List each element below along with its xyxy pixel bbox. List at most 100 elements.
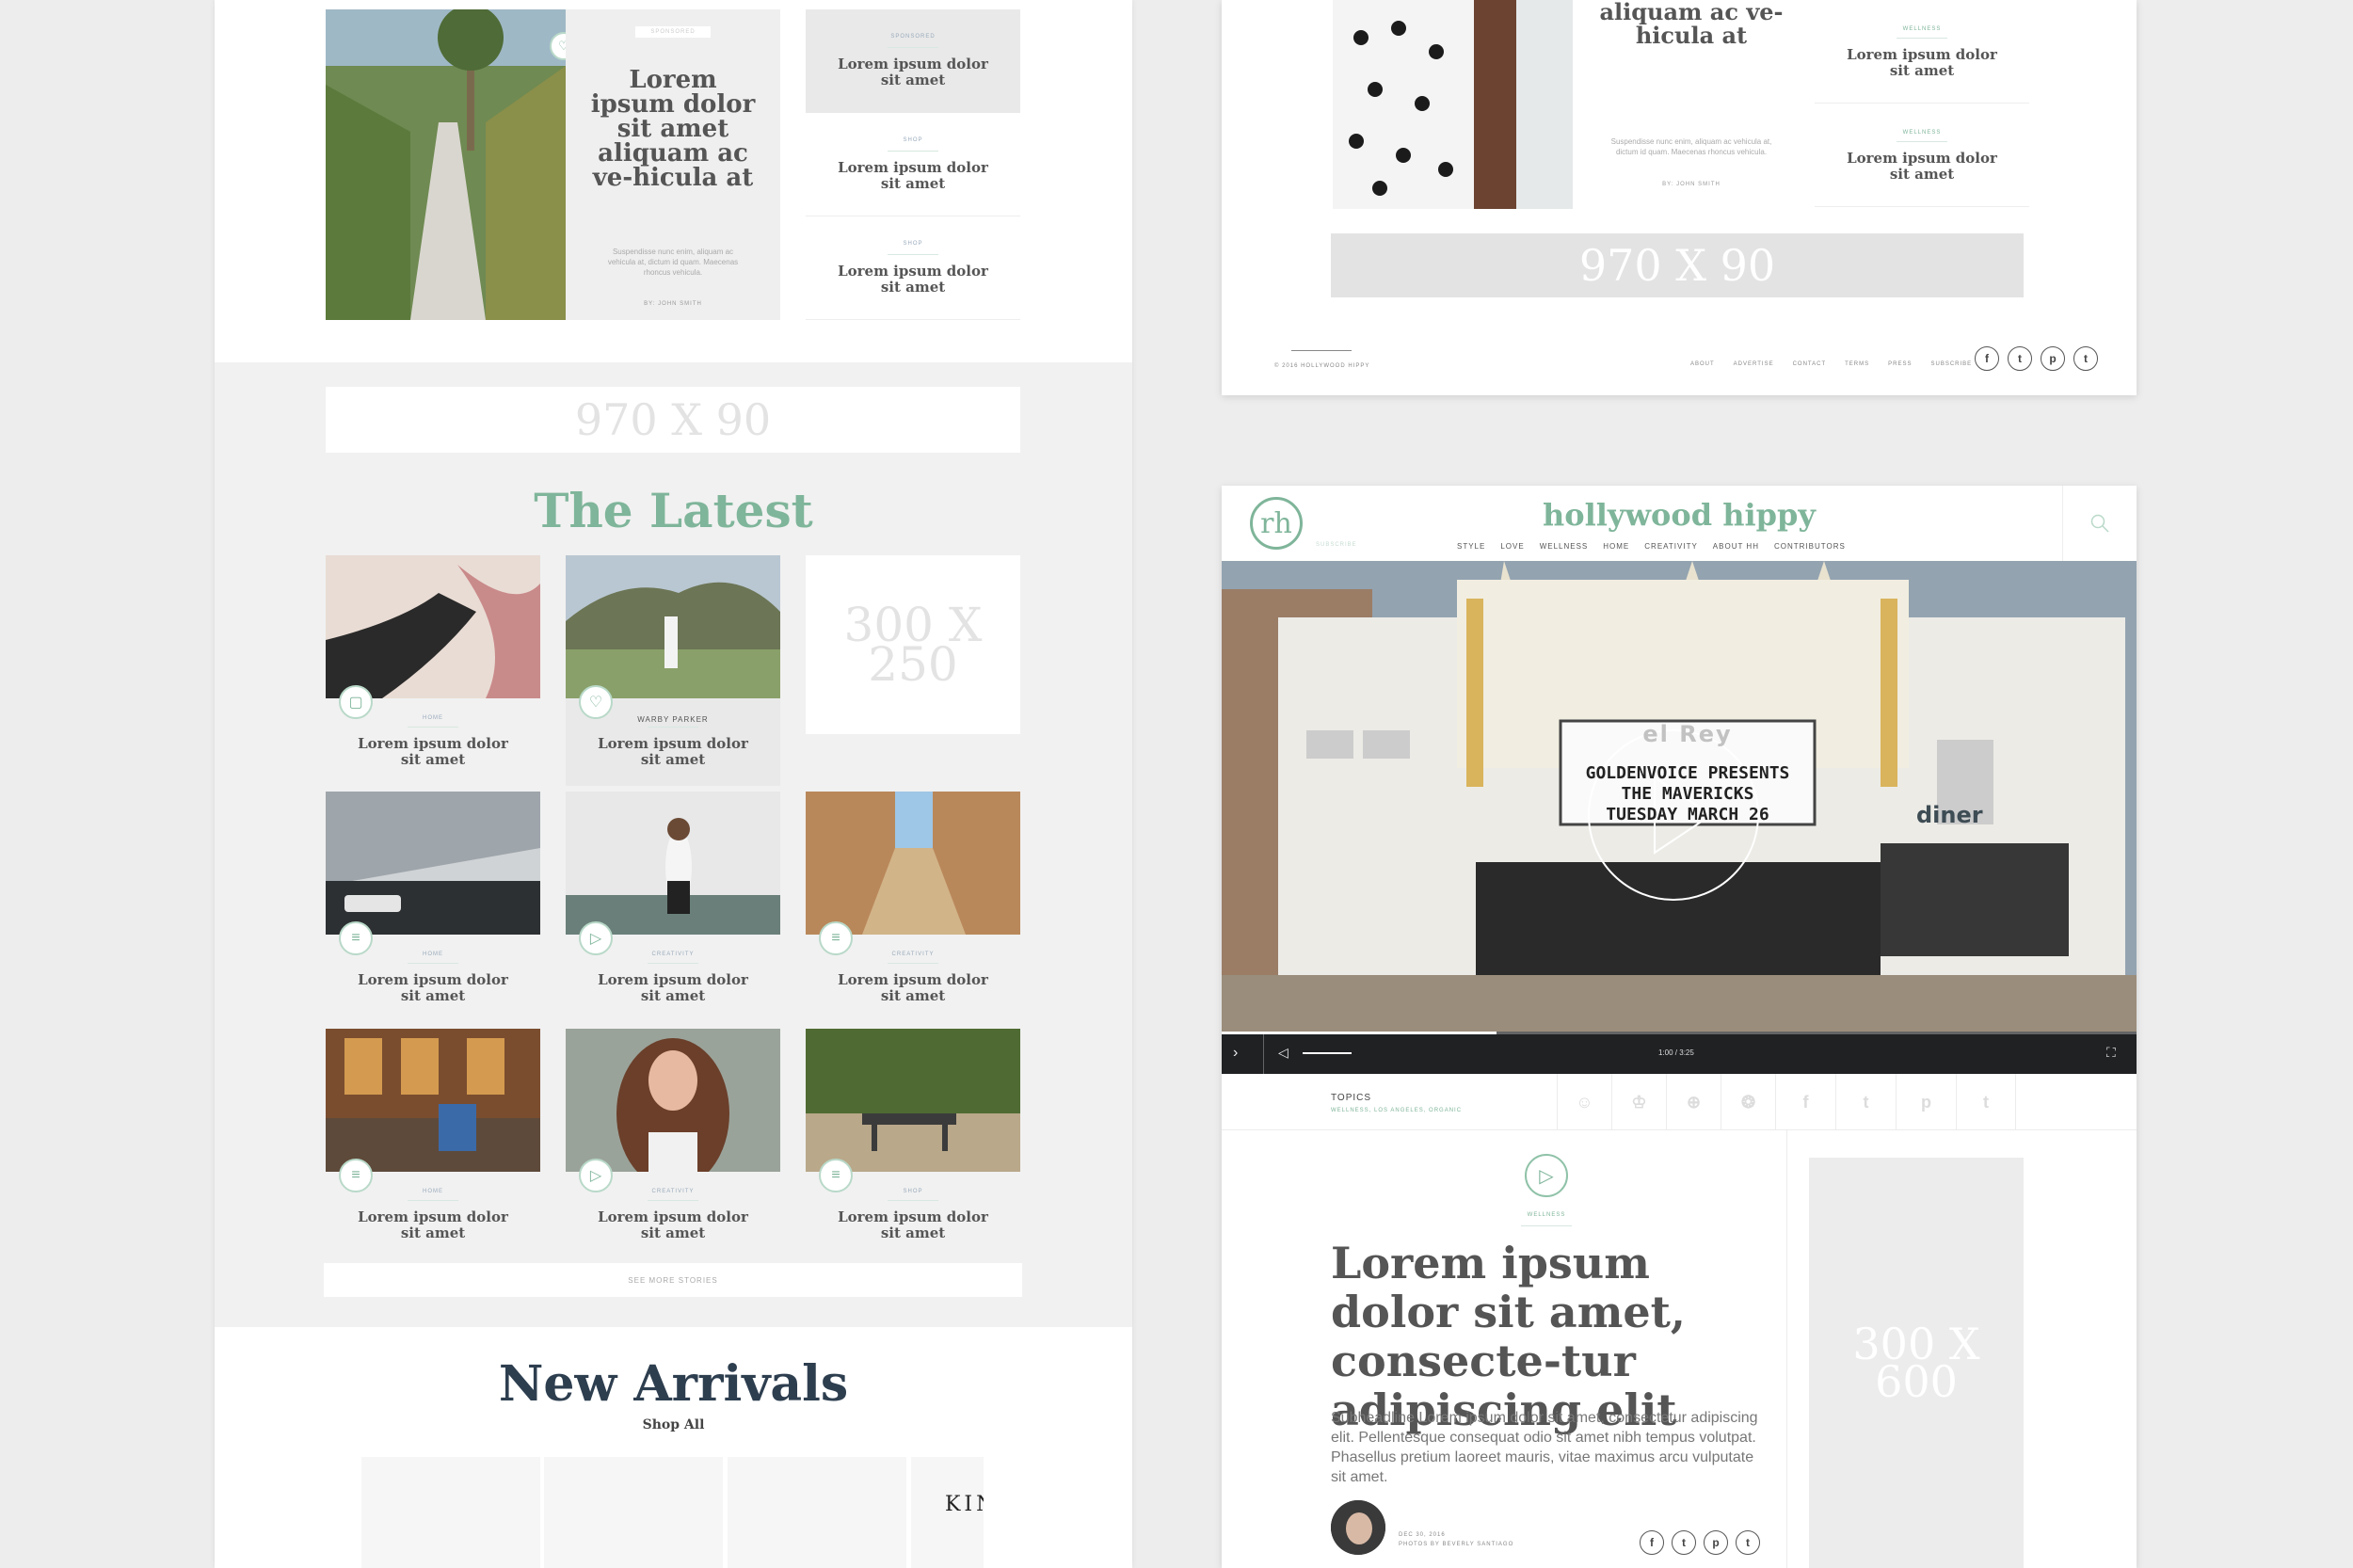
footer-link-subscribe[interactable]: SUBSCRIBE: [1930, 361, 1972, 367]
footer-social: f t p t: [1975, 346, 2098, 371]
story-category: SHOP: [903, 1189, 923, 1194]
story-card[interactable]: ♡ WARBY PARKER Lorem ipsum dolor sit ame…: [566, 555, 780, 786]
hero-photo-stairs[interactable]: [326, 9, 566, 320]
video-time: 1:00 / 3:25: [1658, 1048, 1694, 1057]
model-photo[interactable]: [1333, 0, 1573, 209]
footer-link-terms[interactable]: TERMS: [1845, 361, 1869, 367]
video-player[interactable]: el Rey GOLDENVOICE PRESENTS THE MAVERICK…: [1222, 561, 2137, 1074]
footer-rule: [1291, 350, 1352, 351]
list-icon[interactable]: ≡: [819, 921, 853, 955]
story-title: Lorem ipsum dolor sit amet: [598, 971, 748, 1004]
subscribe-link[interactable]: SUBSCRIBE: [1316, 542, 1357, 548]
story-card[interactable]: ≡ HOME Lorem ipsum dolor sit amet: [326, 1029, 540, 1245]
tumblr-icon[interactable]: t: [1736, 1530, 1760, 1555]
crown-icon[interactable]: ♔: [1611, 1074, 1666, 1130]
pinterest-share-icon[interactable]: p: [1896, 1074, 1956, 1130]
twitter-icon[interactable]: t: [2008, 346, 2032, 371]
story-photo: [326, 555, 540, 698]
heart-icon[interactable]: ♡: [579, 685, 613, 719]
see-more-button[interactable]: SEE MORE STORIES: [324, 1263, 1022, 1297]
story-photo: [326, 1029, 540, 1172]
gallery-icon[interactable]: ▢: [339, 685, 373, 719]
story-title: Lorem ipsum dolor sit amet: [838, 971, 988, 1004]
play-icon[interactable]: ▷: [1525, 1154, 1568, 1197]
tumblr-icon[interactable]: t: [2073, 346, 2098, 371]
nav-contributors[interactable]: CONTRIBUTORS: [1774, 542, 1846, 551]
side-item-title: Lorem ipsum dolor sit amet: [838, 56, 988, 88]
play-icon[interactable]: ›: [1233, 1045, 1238, 1062]
ad-square-300x250: 300 X 250: [806, 555, 1020, 734]
pinterest-icon[interactable]: p: [2041, 346, 2065, 371]
hero-byline: BY: JOHN SMITH: [644, 301, 702, 307]
story-card[interactable]: ▷ CREATIVITY Lorem ipsum dolor sit amet: [566, 1029, 780, 1245]
list-icon[interactable]: ≡: [819, 1159, 853, 1192]
brand-wordmark[interactable]: hollywood hippy: [1222, 497, 2137, 533]
topics-label: TOPICS: [1331, 1093, 1372, 1103]
side-item-title: Lorem ipsum dolor sit amet: [1847, 46, 1997, 79]
pinterest-icon[interactable]: p: [1704, 1530, 1728, 1555]
nav-wellness[interactable]: WELLNESS: [1540, 542, 1589, 551]
article-social: f t p t: [1640, 1530, 1760, 1555]
story-category: CREATIVITY: [891, 952, 935, 957]
facebook-icon[interactable]: f: [1975, 346, 1999, 371]
badge-icon[interactable]: ❂: [1721, 1074, 1775, 1130]
facebook-share-icon[interactable]: f: [1775, 1074, 1835, 1130]
globe-icon[interactable]: ⊕: [1666, 1074, 1721, 1130]
product-card[interactable]: [728, 1457, 906, 1568]
side-item-category: WELLNESS: [1902, 130, 1942, 136]
story-sponsor: WARBY PARKER: [637, 715, 709, 724]
side-list-item[interactable]: SHOP Lorem ipsum dolor sit amet: [806, 216, 1020, 320]
side-list-item[interactable]: SHOP Lorem ipsum dolor sit amet: [806, 113, 1020, 216]
play-icon[interactable]: ▷: [579, 921, 613, 955]
emoji-reaction-icon[interactable]: ☺: [1557, 1074, 1611, 1130]
product-card[interactable]: KIN: [911, 1457, 984, 1568]
twitter-icon[interactable]: t: [1672, 1530, 1696, 1555]
divider: [888, 1200, 938, 1201]
fullscreen-icon[interactable]: ⛶: [2106, 1045, 2116, 1061]
topics-value[interactable]: WELLNESS, LOS ANGELES, ORGANIC: [1331, 1108, 1462, 1113]
footer-link-advertise[interactable]: ADVERTISE: [1734, 361, 1774, 367]
nav-home[interactable]: HOME: [1603, 542, 1629, 551]
story-card[interactable]: ≡ SHOP Lorem ipsum dolor sit amet: [806, 1029, 1020, 1245]
story-photo: [806, 1029, 1020, 1172]
latest-section: 970 X 90 The Latest ▢ HOME Lorem ipsum d…: [215, 362, 1132, 1327]
list-icon[interactable]: ≡: [339, 921, 373, 955]
product-card[interactable]: [361, 1457, 540, 1568]
nav-creativity[interactable]: CREATIVITY: [1644, 542, 1698, 551]
shop-all-link[interactable]: Shop All: [215, 1417, 1132, 1432]
story-card[interactable]: ≡ CREATIVITY Lorem ipsum dolor sit amet: [806, 792, 1020, 1008]
side-list-item[interactable]: WELLNESS Lorem ipsum dolor sit amet: [1815, 0, 2029, 104]
homepage-mockup: ♡ SPONSORED Lorem ipsum dolor sit amet a…: [215, 0, 1132, 1568]
story-card[interactable]: ▷ CREATIVITY Lorem ipsum dolor sit amet: [566, 792, 780, 1008]
nav-style[interactable]: STYLE: [1457, 542, 1485, 551]
list-icon[interactable]: ≡: [339, 1159, 373, 1192]
article-title: Lorem ipsum dolor sit amet, consecte-tur…: [1331, 1238, 1686, 1435]
hero-text-card[interactable]: SPONSORED Lorem ipsum dolor sit amet ali…: [566, 9, 780, 320]
story-card[interactable]: ▢ HOME Lorem ipsum dolor sit amet: [326, 555, 540, 786]
article-category[interactable]: WELLNESS: [1222, 1212, 1871, 1218]
divider: [1897, 141, 1947, 142]
story-card[interactable]: ≡ HOME Lorem ipsum dolor sit amet: [326, 792, 540, 1008]
search-button[interactable]: [2062, 486, 2137, 561]
story-title: Lorem ipsum dolor sit amet: [598, 1208, 748, 1241]
hero-excerpt: Suspendisse nunc enim, aliquam ac vehicu…: [1610, 137, 1772, 156]
twitter-share-icon[interactable]: t: [1835, 1074, 1896, 1130]
nav-about-hh[interactable]: ABOUT HH: [1713, 542, 1759, 551]
author-avatar[interactable]: [1331, 1500, 1385, 1555]
facebook-icon[interactable]: f: [1640, 1530, 1664, 1555]
side-item-title: Lorem ipsum dolor sit amet: [1847, 150, 1997, 183]
footer-link-about[interactable]: ABOUT: [1690, 361, 1715, 367]
divider: [1263, 1032, 1264, 1074]
footer-link-press[interactable]: PRESS: [1888, 361, 1912, 367]
side-list-item[interactable]: WELLNESS Lorem ipsum dolor sit amet: [1815, 104, 2029, 207]
volume-slider[interactable]: [1303, 1052, 1352, 1054]
footer-link-contact[interactable]: CONTACT: [1793, 361, 1827, 367]
tumblr-share-icon[interactable]: t: [1956, 1074, 2016, 1130]
side-list-item[interactable]: SPONSORED Lorem ipsum dolor sit amet: [806, 9, 1020, 113]
side-item-category: SHOP: [903, 137, 923, 143]
play-icon[interactable]: ▷: [579, 1159, 613, 1192]
product-card[interactable]: [544, 1457, 723, 1568]
volume-icon[interactable]: ◁: [1278, 1045, 1289, 1061]
nav-love[interactable]: LOVE: [1500, 542, 1524, 551]
article-photo-credit: PHOTOS BY BEVERLY SANTIAGO: [1399, 1542, 1514, 1547]
